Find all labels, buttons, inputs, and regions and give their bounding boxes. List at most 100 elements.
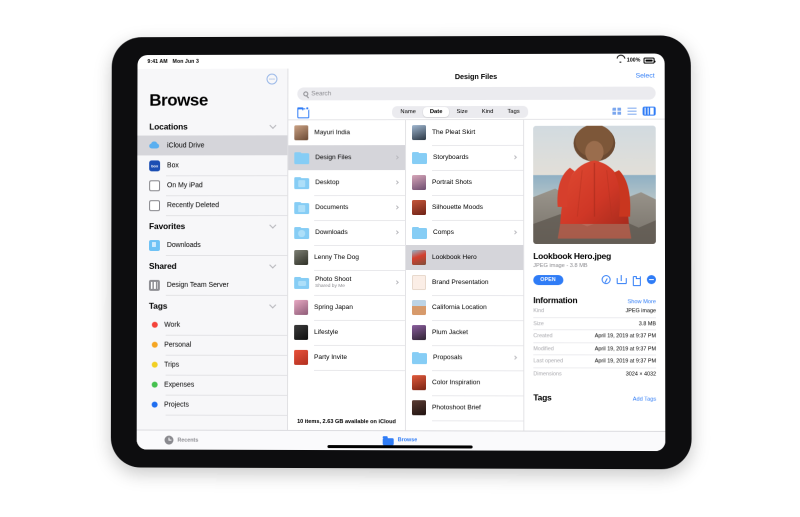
sidebar-tag-trips[interactable]: Trips xyxy=(137,355,287,375)
sort-option-name[interactable]: Name xyxy=(393,107,422,117)
add-tags-link[interactable]: Add Tags xyxy=(633,397,656,403)
folder-icon xyxy=(294,151,310,164)
list-item[interactable]: Portrait Shots xyxy=(406,170,523,195)
info-key: Kind xyxy=(533,308,545,315)
duplicate-icon[interactable] xyxy=(632,275,641,284)
list-item[interactable]: Photoshoot Brief xyxy=(406,395,523,420)
sort-segmented-control[interactable]: Name Date Size Kind Tags xyxy=(392,105,528,118)
file-preview-image[interactable] xyxy=(533,125,656,244)
sidebar-section-tags[interactable]: Tags xyxy=(137,295,287,315)
list-item[interactable]: The Pleat Skirt xyxy=(406,120,523,145)
sidebar-item-label: Box xyxy=(167,161,179,169)
sidebar-item-box[interactable]: box Box xyxy=(137,155,287,175)
sidebar-tag-projects[interactable]: Projects xyxy=(137,395,287,415)
sidebar-tag-personal[interactable]: Personal xyxy=(137,335,287,355)
navigation-bar: Design Files Select xyxy=(288,67,665,86)
item-label: Photo Shoot Shared by Me xyxy=(315,276,389,289)
sidebar-item-label: Work xyxy=(164,321,181,329)
info-row-size: Size 3.8 MB xyxy=(533,317,657,331)
more-icon[interactable] xyxy=(646,275,656,285)
ellipsis-circle-icon[interactable] xyxy=(266,73,278,85)
list-item[interactable]: Lifestyle xyxy=(288,320,405,345)
list-item[interactable]: Comps xyxy=(406,220,523,245)
clock-icon xyxy=(164,435,174,445)
chevron-right-icon xyxy=(393,180,399,185)
sidebar-item-icloud-drive[interactable]: iCloud Drive xyxy=(137,135,288,156)
folder-icon xyxy=(294,226,310,239)
sidebar-item-downloads[interactable]: Downloads xyxy=(137,235,287,255)
sidebar-section-shared[interactable]: Shared xyxy=(137,255,287,275)
tab-bar: Recents Browse xyxy=(136,429,666,452)
sidebar-item-label: Design Team Server xyxy=(166,281,229,289)
list-item[interactable]: Plum Jacket xyxy=(406,320,523,345)
sidebar-item-label: Downloads xyxy=(166,241,201,249)
tab-browse[interactable]: Browse xyxy=(383,436,418,445)
sort-option-kind[interactable]: Kind xyxy=(475,106,501,116)
search-placeholder: Search xyxy=(311,90,332,98)
section-label: Locations xyxy=(149,121,188,132)
tab-recents[interactable]: Recents xyxy=(164,435,199,445)
list-item[interactable]: Brand Presentation xyxy=(406,270,523,295)
list-item[interactable]: Spring Japan xyxy=(288,295,405,320)
thumbnail xyxy=(294,299,309,315)
sidebar-tag-work[interactable]: Work xyxy=(137,315,287,335)
sort-option-tags[interactable]: Tags xyxy=(500,106,526,116)
list-item[interactable]: Party Invite xyxy=(288,345,405,370)
chevron-down-icon[interactable] xyxy=(269,221,277,229)
list-item[interactable]: Storyboards xyxy=(406,145,523,170)
info-row-created: Created April 19, 2019 at 9:37 PM xyxy=(533,330,657,344)
list-item[interactable]: Mayuri India xyxy=(288,120,405,145)
list-item[interactable]: Lenny The Dog xyxy=(288,245,405,270)
sidebar-item-label: Projects xyxy=(164,401,189,409)
sidebar-item-on-my-ipad[interactable]: On My iPad xyxy=(137,175,287,195)
item-label: Plum Jacket xyxy=(432,329,469,337)
column-scroll[interactable]: The Pleat Skirt Storyboards Portrait Sho… xyxy=(405,120,524,431)
item-label: Mayuri India xyxy=(314,129,351,137)
sidebar-item-recently-deleted[interactable]: Recently Deleted xyxy=(137,195,287,215)
list-item[interactable]: Desktop xyxy=(288,170,405,195)
info-row-modified: Modified April 19, 2019 at 9:37 PM xyxy=(533,343,657,356)
list-item[interactable]: California Location xyxy=(406,295,523,320)
markup-icon[interactable] xyxy=(601,275,611,285)
folder-icon xyxy=(412,151,428,164)
desktop-glyph xyxy=(298,180,306,187)
sort-option-date[interactable]: Date xyxy=(422,106,450,117)
chevron-down-icon[interactable] xyxy=(269,300,277,309)
thumbnail xyxy=(411,300,427,316)
list-item[interactable]: Downloads xyxy=(288,220,405,245)
sidebar-item-label: On My iPad xyxy=(166,181,203,189)
new-folder-icon[interactable] xyxy=(297,106,309,116)
search-input[interactable]: Search xyxy=(297,86,656,101)
sidebar-tag-expenses[interactable]: Expenses xyxy=(137,375,287,395)
sidebar-section-locations[interactable]: Locations xyxy=(137,115,287,135)
chevron-down-icon[interactable] xyxy=(269,261,277,269)
column-view-icon[interactable] xyxy=(642,106,656,116)
list-item[interactable]: Proposals xyxy=(406,345,523,370)
info-value: 3.8 MB xyxy=(638,320,657,327)
sidebar-scroll[interactable]: Locations iCloud Drive box Box On My iPa… xyxy=(137,115,288,430)
sort-option-size[interactable]: Size xyxy=(449,107,474,117)
home-indicator[interactable] xyxy=(327,444,473,448)
list-item[interactable]: Color Inspiration xyxy=(406,370,523,395)
list-view-icon[interactable] xyxy=(627,107,637,116)
list-item[interactable]: Documents xyxy=(288,195,405,220)
chevron-down-icon[interactable] xyxy=(269,121,277,129)
item-subtitle: Shared by Me xyxy=(315,283,345,289)
share-icon[interactable] xyxy=(617,275,626,284)
info-row-kind: Kind JPEG image xyxy=(533,305,657,319)
info-key: Last opened xyxy=(533,358,564,365)
list-item[interactable]: Lookbook Hero xyxy=(405,244,524,271)
select-button[interactable]: Select xyxy=(636,73,655,80)
thumbnail xyxy=(411,375,427,391)
list-item[interactable]: Photo Shoot Shared by Me xyxy=(288,270,405,295)
grid-view-icon[interactable] xyxy=(612,107,622,116)
list-item[interactable]: Silhouette Moods xyxy=(406,195,523,220)
thumbnail xyxy=(294,125,309,141)
list-item[interactable]: Design Files xyxy=(288,145,406,171)
column-scroll[interactable]: Mayuri India Design Files Desktop Docume… xyxy=(288,120,406,414)
chevron-right-icon xyxy=(393,230,399,235)
sidebar-section-favorites[interactable]: Favorites xyxy=(137,215,287,235)
open-button[interactable]: OPEN xyxy=(533,274,563,286)
sidebar-item-design-team-server[interactable]: Design Team Server xyxy=(137,275,287,295)
wifi-icon xyxy=(617,58,624,63)
